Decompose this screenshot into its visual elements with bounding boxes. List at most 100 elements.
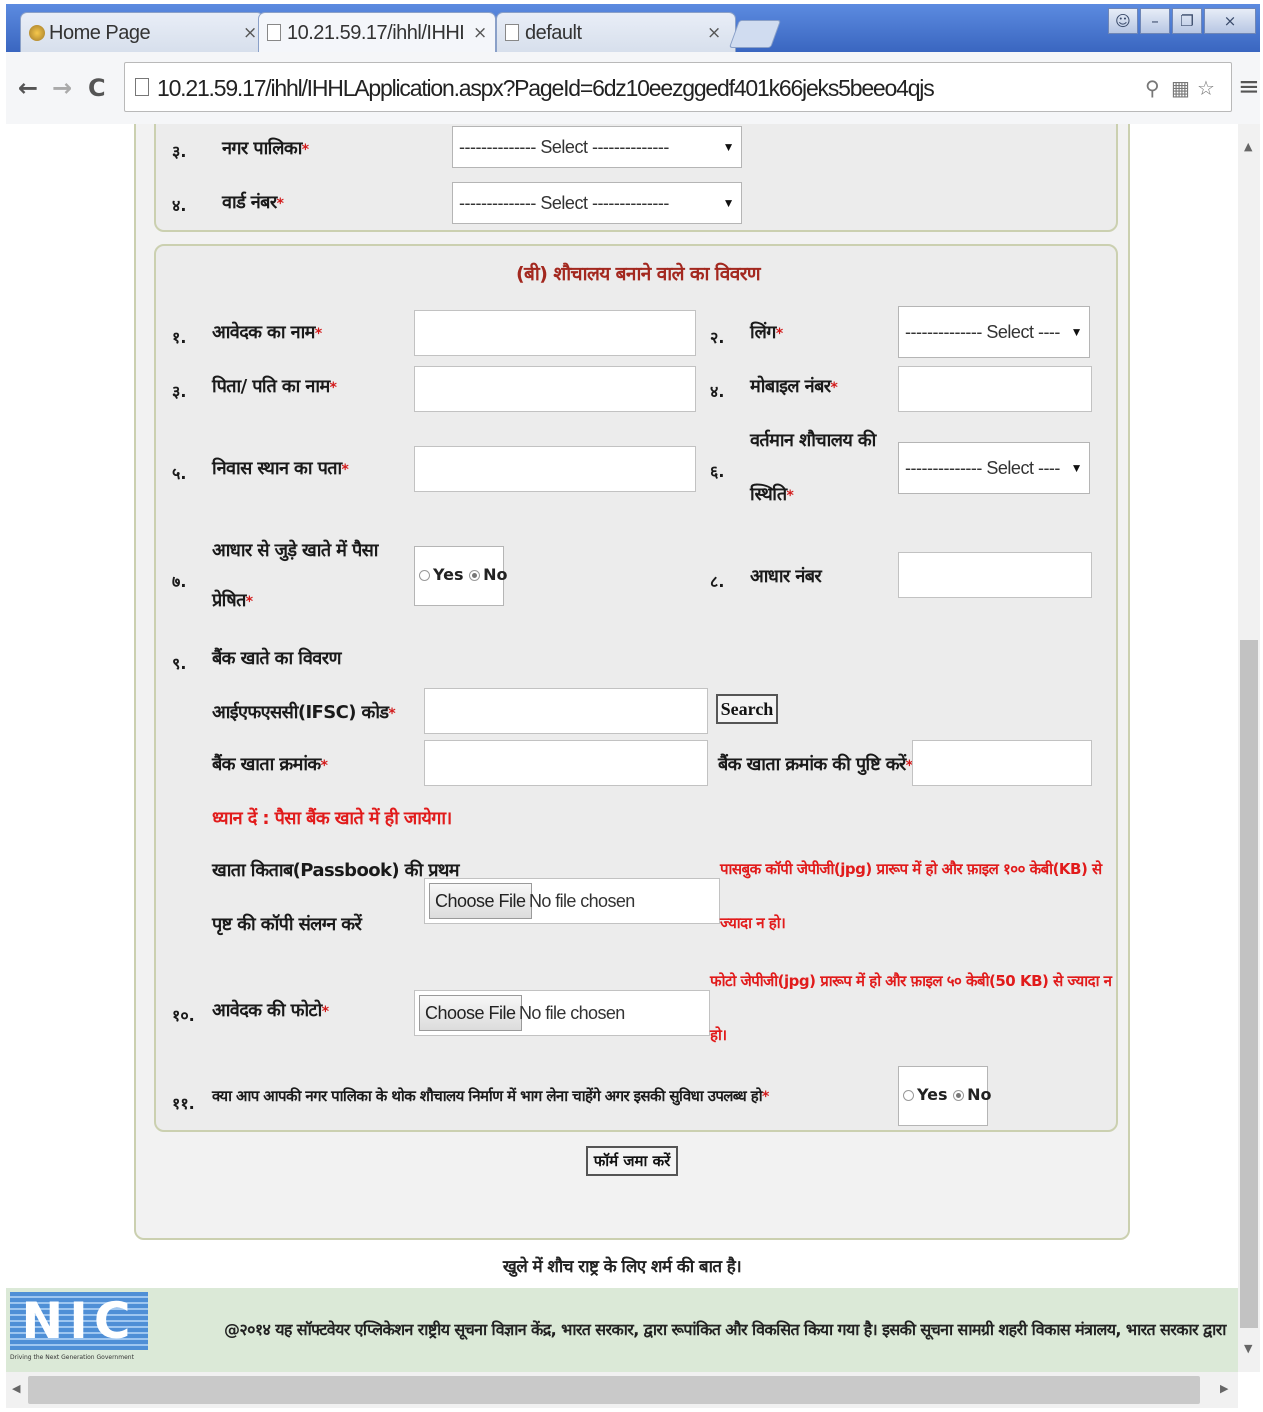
page-icon	[135, 78, 149, 96]
ifsc-input[interactable]	[424, 688, 708, 734]
applicant-name-input[interactable]	[414, 310, 696, 356]
new-tab-button[interactable]	[728, 20, 782, 48]
passbook-note: ज्यादा न हो।	[720, 914, 786, 932]
scroll-left-icon[interactable]: ◀	[12, 1382, 20, 1395]
field-number: १.	[172, 328, 187, 347]
scroll-up-icon[interactable]: ▲	[1244, 140, 1252, 153]
yes-label: Yes	[917, 1085, 948, 1104]
bookmark-star-icon[interactable]: ☆	[1197, 76, 1215, 100]
field-number: ३.	[172, 142, 187, 161]
toilet-status-select[interactable]: -------------- Select ---- ▼	[898, 442, 1090, 494]
account-number-input[interactable]	[424, 740, 708, 786]
back-arrow-icon[interactable]: ←	[18, 74, 38, 102]
no-label: No	[483, 565, 508, 584]
logo-wordmark: NIC	[10, 1292, 148, 1350]
translate-icon[interactable]: ▦	[1171, 76, 1190, 100]
address-bar[interactable]: 10.21.59.17/ihhl/IHHLApplication.aspx?Pa…	[124, 62, 1232, 112]
passbook-label: खाता किताब(Passbook) की प्रथम	[212, 860, 460, 881]
passbook-label: पृष्ट की कॉपी संलग्न करें	[212, 914, 362, 935]
field-number: ४.	[710, 382, 725, 401]
maximize-icon[interactable]: ❐	[1172, 8, 1202, 34]
no-label: No	[967, 1085, 992, 1104]
tab-title: Home Page	[49, 22, 151, 44]
close-icon[interactable]: ×	[243, 23, 257, 43]
yes-radio[interactable]	[903, 1090, 914, 1101]
file-status: No file chosen	[519, 1003, 625, 1023]
menu-icon[interactable]: ≡	[1238, 72, 1260, 102]
yes-radio[interactable]	[419, 570, 430, 581]
address-input[interactable]	[414, 446, 696, 492]
page-icon	[505, 24, 519, 41]
community-toilet-radio-group: Yes No	[898, 1066, 992, 1126]
footer-copyright: @२०१४ यह सॉफ्टवेयर एप्लिकेशन राष्ट्रीय स…	[224, 1320, 1226, 1339]
aadhaar-linked-label: आधार से जुड़े खाते में पैसा	[212, 540, 378, 561]
search-icon[interactable]: ⚲	[1145, 76, 1160, 100]
field-number: ८.	[710, 572, 725, 591]
ward-select[interactable]: -------------- Select -------------- ▼	[452, 182, 742, 224]
horizontal-scroll-thumb[interactable]	[28, 1376, 1200, 1404]
account-number-label: बैंक खाता क्रमांक*	[212, 754, 328, 775]
photo-file-input[interactable]: Choose File No file chosen	[414, 990, 710, 1036]
mobile-label: मोबाइल नंबर*	[750, 376, 838, 397]
home-favicon-icon	[29, 25, 45, 41]
window-close-icon[interactable]: ×	[1204, 8, 1256, 34]
file-status: No file chosen	[529, 891, 635, 911]
choose-file-button[interactable]: Choose File	[419, 995, 522, 1031]
submit-form-button[interactable]: फॉर्म जमा करें	[586, 1146, 678, 1176]
page-viewport: ३. नगर पालिका* -------------- Select ---…	[6, 124, 1238, 1372]
municipality-label: नगर पालिका*	[222, 138, 309, 159]
tab-ihhl-application[interactable]: 10.21.59.17/ihhl/IHHL ×	[258, 12, 496, 52]
municipality-select[interactable]: -------------- Select -------------- ▼	[452, 126, 742, 168]
dropdown-arrow-icon: ▼	[722, 140, 735, 154]
tab-default[interactable]: default ×	[496, 12, 736, 52]
vertical-scroll-thumb[interactable]	[1240, 640, 1258, 1328]
close-icon[interactable]: ×	[473, 23, 487, 43]
minimize-icon[interactable]: –	[1140, 8, 1170, 34]
aadhaar-number-label: आधार नंबर	[750, 566, 822, 587]
dropdown-arrow-icon: ▼	[1070, 461, 1083, 475]
bank-details-label: बैंक खाते का विवरण	[212, 648, 341, 669]
scroll-down-icon[interactable]: ▼	[1244, 1342, 1252, 1355]
user-icon[interactable]: ☺	[1108, 8, 1138, 34]
no-radio[interactable]	[469, 570, 481, 581]
photo-note: हो।	[710, 1026, 727, 1044]
yes-label: Yes	[433, 565, 464, 584]
mobile-input[interactable]	[898, 366, 1092, 412]
aadhaar-number-input[interactable]	[898, 552, 1092, 598]
close-icon[interactable]: ×	[707, 23, 721, 43]
footer-slogan: खुले में शौच राष्ट्र के लिए शर्म की बात …	[502, 1257, 742, 1277]
section-title: (बी) शौचालय बनाने वाले का विवरण	[515, 263, 761, 285]
applicant-name-label: आवेदक का नाम*	[212, 322, 322, 343]
no-radio[interactable]	[953, 1090, 965, 1101]
field-number: १०.	[172, 1006, 195, 1025]
dropdown-arrow-icon: ▼	[722, 196, 735, 210]
scroll-right-icon[interactable]: ▶	[1220, 1382, 1228, 1395]
ward-label: वार्ड नंबर*	[222, 192, 284, 213]
ifsc-search-button[interactable]: Search	[716, 694, 778, 724]
bank-note: ध्यान दें : पैसा बैंक खाते में ही जायेगा…	[212, 808, 452, 829]
tab-home-page[interactable]: Home Page ×	[20, 12, 264, 52]
page-icon	[267, 24, 281, 41]
reload-icon[interactable]: C	[88, 74, 106, 102]
passbook-file-input[interactable]: Choose File No file chosen	[424, 878, 720, 924]
toilet-status-label: स्थिति*	[750, 484, 794, 505]
vertical-scrollbar[interactable]: ▲ ▼	[1238, 124, 1260, 1372]
tab-title: default	[525, 22, 582, 44]
father-name-label: पिता/ पति का नाम*	[212, 376, 337, 397]
choose-file-button[interactable]: Choose File	[429, 883, 532, 919]
toilet-status-label: वर्तमान शौचालय की	[750, 430, 876, 451]
forward-arrow-icon[interactable]: →	[52, 74, 72, 102]
address-label: निवास स्थान का पता*	[212, 458, 349, 479]
community-toilet-label: क्या आप आपकी नगर पालिका के थोक शौचालय नि…	[212, 1087, 769, 1105]
tab-title: 10.21.59.17/ihhl/IHHL	[287, 22, 463, 44]
field-number: ३.	[172, 382, 187, 401]
horizontal-scrollbar[interactable]: ◀ ▶	[6, 1372, 1238, 1408]
browser-tab-bar: Home Page × 10.21.59.17/ihhl/IHHL × defa…	[6, 4, 1260, 52]
field-number: ७.	[172, 572, 187, 591]
father-name-input[interactable]	[414, 366, 696, 412]
gender-select[interactable]: -------------- Select ---- ▼	[898, 306, 1090, 358]
aadhaar-linked-label: प्रेषित*	[212, 590, 253, 611]
field-number: २.	[710, 328, 725, 347]
confirm-account-input[interactable]	[912, 740, 1092, 786]
field-number: ४.	[172, 196, 187, 215]
